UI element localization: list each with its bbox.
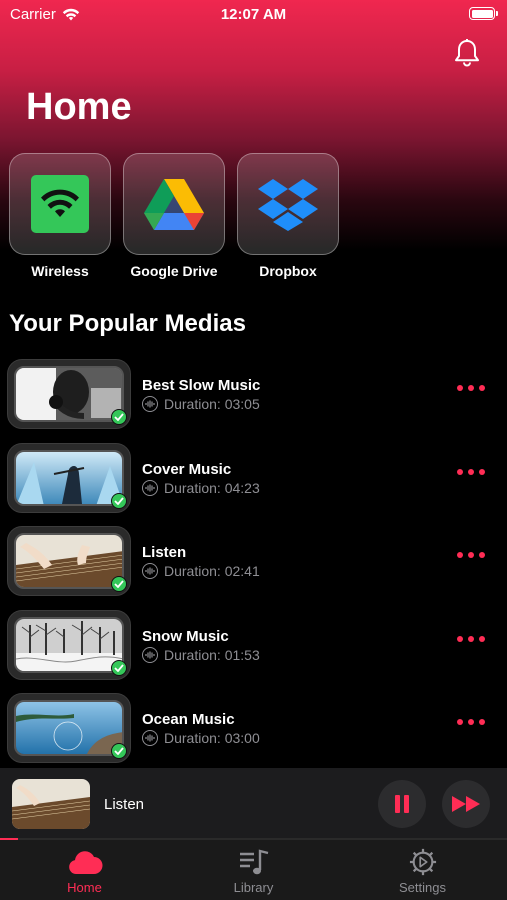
- tab-settings[interactable]: Settings: [338, 840, 507, 900]
- status-bar: Carrier 12:07 AM: [0, 0, 507, 30]
- downloaded-check-icon: [111, 409, 127, 425]
- more-options-icon[interactable]: [457, 552, 485, 558]
- more-options-icon[interactable]: [457, 468, 485, 475]
- google-drive-icon: [144, 179, 204, 230]
- source-dropbox[interactable]: Dropbox: [237, 153, 339, 279]
- media-duration: Duration: 01:53: [142, 646, 260, 663]
- waveform-icon: [142, 730, 158, 746]
- snowy-trees-photo: [14, 616, 124, 673]
- more-options-icon[interactable]: [457, 385, 485, 391]
- media-item[interactable]: Cover Music Duration: 04:23: [0, 442, 507, 527]
- source-label: Dropbox: [259, 263, 317, 279]
- media-title: Cover Music: [142, 460, 232, 478]
- more-options-icon[interactable]: [457, 719, 485, 725]
- media-item[interactable]: Snow Music Duration: 01:53: [0, 609, 507, 694]
- source-google-drive[interactable]: Google Drive: [123, 153, 225, 279]
- violinist-ice-photo: [14, 449, 124, 506]
- home-screen: Carrier 12:07 AM Home Wireless Google Dr…: [0, 0, 507, 900]
- media-item[interactable]: Best Slow Music Duration: 03:05: [0, 359, 507, 443]
- media-thumbnail: [7, 609, 131, 680]
- pause-button[interactable]: [378, 780, 426, 828]
- tab-home[interactable]: Home: [0, 840, 169, 900]
- next-button[interactable]: [442, 780, 490, 828]
- media-duration: Duration: 04:23: [142, 479, 260, 496]
- source-tile[interactable]: [237, 153, 339, 255]
- now-playing-bar[interactable]: Listen: [0, 768, 507, 840]
- source-label: Wireless: [31, 263, 89, 279]
- source-tile[interactable]: [9, 153, 111, 255]
- now-playing-title: Listen: [104, 796, 145, 813]
- page-title: Home: [26, 86, 132, 128]
- dropbox-icon: [258, 179, 318, 231]
- media-title: Snow Music: [142, 627, 229, 645]
- battery-icon: [469, 7, 498, 20]
- sources-grid: Wireless Google Drive Dropbox: [9, 153, 339, 279]
- headphones-photo: [14, 366, 124, 422]
- media-title: Ocean Music: [142, 711, 235, 728]
- media-thumbnail: [7, 442, 131, 513]
- waveform-icon: [142, 396, 158, 412]
- tab-label: Library: [233, 880, 274, 895]
- music-library-icon: [239, 849, 268, 875]
- duration-text: Duration: 03:05: [164, 396, 260, 412]
- waveform-icon: [142, 646, 158, 663]
- cloud-icon: [68, 851, 102, 874]
- downloaded-check-icon: [111, 492, 127, 509]
- media-duration: Duration: 03:00: [142, 730, 260, 746]
- waveform-icon: [142, 479, 158, 496]
- source-wireless[interactable]: Wireless: [9, 153, 111, 279]
- downloaded-check-icon: [111, 576, 127, 592]
- duration-text: Duration: 04:23: [164, 479, 260, 496]
- source-label: Google Drive: [130, 263, 218, 279]
- waveform-icon: [142, 563, 158, 579]
- media-thumbnail: [7, 693, 131, 763]
- ocean-coast-photo: [14, 700, 124, 756]
- media-duration: Duration: 02:41: [142, 563, 260, 579]
- guzheng-hands-photo: [14, 533, 124, 589]
- section-title: Your Popular Medias: [9, 310, 246, 337]
- tab-label: Home: [67, 880, 102, 895]
- media-item[interactable]: Listen Duration: 02:41: [0, 526, 507, 610]
- media-thumbnail: [7, 526, 131, 596]
- bell-icon[interactable]: [453, 38, 481, 68]
- wifi-icon: [31, 175, 89, 233]
- tab-bar: Home Library Settings: [0, 840, 507, 900]
- source-tile[interactable]: [123, 153, 225, 255]
- downloaded-check-icon: [111, 743, 127, 759]
- downloaded-check-icon: [111, 659, 127, 676]
- now-playing-artwork: [12, 779, 90, 829]
- media-duration: Duration: 03:05: [142, 396, 260, 412]
- fast-forward-icon: [452, 796, 480, 812]
- media-thumbnail: [7, 359, 131, 429]
- clock: 12:07 AM: [220, 6, 287, 23]
- media-list: Best Slow Music Duration: 03:05 Cover Mu…: [0, 359, 507, 777]
- tab-label: Settings: [399, 880, 446, 895]
- media-item[interactable]: Ocean Music Duration: 03:00: [0, 693, 507, 777]
- media-title: Listen: [142, 544, 187, 561]
- pause-icon: [395, 795, 409, 813]
- duration-text: Duration: 01:53: [164, 646, 260, 663]
- gear-icon: [409, 848, 436, 876]
- duration-text: Duration: 03:00: [164, 730, 260, 746]
- more-options-icon[interactable]: [457, 635, 485, 642]
- tab-library[interactable]: Library: [169, 840, 338, 900]
- duration-text: Duration: 02:41: [164, 563, 260, 579]
- media-title: Best Slow Music: [142, 377, 261, 394]
